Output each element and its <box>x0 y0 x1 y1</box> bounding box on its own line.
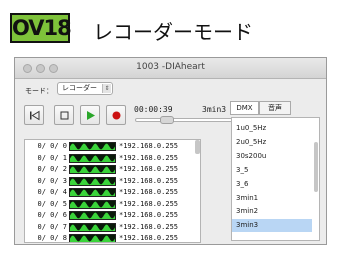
stop-icon <box>60 111 69 120</box>
preset-list-scrollbar[interactable] <box>314 142 318 192</box>
channel-list-scrollbar[interactable] <box>195 140 200 154</box>
channel-row[interactable]: 0/ 0/ 5 *192.168.0.255 <box>25 199 200 210</box>
preset-item[interactable]: 3min3 <box>232 219 312 233</box>
channel-ip: *192.168.0.255 <box>119 176 179 185</box>
channel-number: 0/ 0/ 6 <box>37 211 67 219</box>
channel-ip: *192.168.0.255 <box>119 234 179 242</box>
channel-ip: *192.168.0.255 <box>119 199 179 208</box>
channel-number: 0/ 0/ 1 <box>37 153 67 162</box>
channel-ip: *192.168.0.255 <box>119 153 179 162</box>
time-current: 00:00:39 <box>134 105 173 114</box>
channel-list[interactable]: 0/ 0/ 0 *192.168.0.255 0/ 0/ 1 *192.168.0.2… <box>24 139 201 243</box>
mode-label: モード： <box>25 87 53 95</box>
channel-number: 0/ 0/ 7 <box>37 222 67 231</box>
preset-item[interactable]: 3min1 <box>232 192 312 205</box>
tab-audio[interactable]: 音声 <box>259 101 291 115</box>
mode-select-value: レコーダー <box>62 84 97 92</box>
tab-dmx[interactable]: DMX <box>230 101 259 115</box>
channel-number: 0/ 0/ 3 <box>37 176 67 185</box>
channel-waveform <box>69 176 116 186</box>
stop-button[interactable] <box>54 105 74 125</box>
mode-select[interactable]: レコーダー ⇕ <box>57 82 113 95</box>
channel-waveform <box>69 234 116 242</box>
channel-row[interactable]: 0/ 0/ 4 *192.168.0.255 <box>25 187 200 198</box>
preset-item[interactable]: 30s200u <box>232 150 312 163</box>
channel-row[interactable]: 0/ 0/ 8 *192.168.0.255 <box>25 233 200 242</box>
skip-back-icon <box>30 110 40 121</box>
play-button[interactable] <box>80 105 100 125</box>
channel-number: 0/ 0/ 8 <box>37 234 67 242</box>
title-bar: 1003 -DIAheart <box>15 58 326 79</box>
app-window: 1003 -DIAheart モード： レコーダー ⇕ 00:00:39 3mi… <box>14 57 327 245</box>
channel-ip: *192.168.0.255 <box>119 165 179 173</box>
channel-waveform <box>69 222 116 232</box>
channel-ip: *192.168.0.255 <box>119 188 179 196</box>
preset-item[interactable]: 3_5 <box>232 164 312 177</box>
channel-ip: *192.168.0.255 <box>119 222 179 231</box>
channel-waveform <box>69 211 116 220</box>
preset-item[interactable]: 1u0_5Hz <box>232 122 312 135</box>
time-total: 3min3 <box>202 105 227 114</box>
preset-item[interactable]: 3min2 <box>232 205 312 218</box>
channel-waveform <box>69 188 116 197</box>
channel-ip: *192.168.0.255 <box>119 211 179 219</box>
channel-row[interactable]: 0/ 0/ 0 *192.168.0.255 <box>25 141 200 152</box>
preset-list[interactable]: 1u0_5Hz 2u0_5Hz 30s200u 3_5 3_6 3min1 3min2 3mi… <box>231 117 320 241</box>
channel-waveform <box>69 165 116 174</box>
preset-item[interactable]: 2u0_5Hz <box>232 136 312 149</box>
channel-number: 0/ 0/ 2 <box>37 165 67 173</box>
ov18-badge: OV18 <box>10 13 72 43</box>
channel-number: 0/ 0/ 4 <box>37 188 67 196</box>
badge-label: OV18 <box>12 16 72 40</box>
play-icon <box>87 111 95 120</box>
channel-row[interactable]: 0/ 0/ 1 *192.168.0.255 <box>25 153 200 164</box>
channel-waveform <box>69 199 116 209</box>
channel-row[interactable]: 0/ 0/ 6 *192.168.0.255 <box>25 210 200 221</box>
channel-row[interactable]: 0/ 0/ 3 *192.168.0.255 <box>25 176 200 187</box>
window-title: 1003 -DIAheart <box>136 62 205 72</box>
preset-item[interactable]: 3_6 <box>232 178 312 191</box>
record-icon <box>112 111 121 120</box>
rewind-button[interactable] <box>24 105 44 125</box>
record-button[interactable] <box>106 105 126 125</box>
channel-ip: *192.168.0.255 <box>119 142 179 150</box>
channel-number: 0/ 0/ 5 <box>37 199 67 208</box>
channel-row[interactable]: 0/ 0/ 2 *192.168.0.255 <box>25 164 200 175</box>
channel-waveform <box>69 142 116 151</box>
select-arrows-icon: ⇕ <box>102 84 111 93</box>
page-heading: レコーダーモード <box>93 20 253 44</box>
channel-waveform <box>69 153 116 163</box>
seek-slider-thumb[interactable] <box>159 116 174 124</box>
channel-number: 0/ 0/ 0 <box>37 142 67 150</box>
seek-slider[interactable] <box>135 116 233 124</box>
channel-row[interactable]: 0/ 0/ 7 *192.168.0.255 <box>25 222 200 233</box>
